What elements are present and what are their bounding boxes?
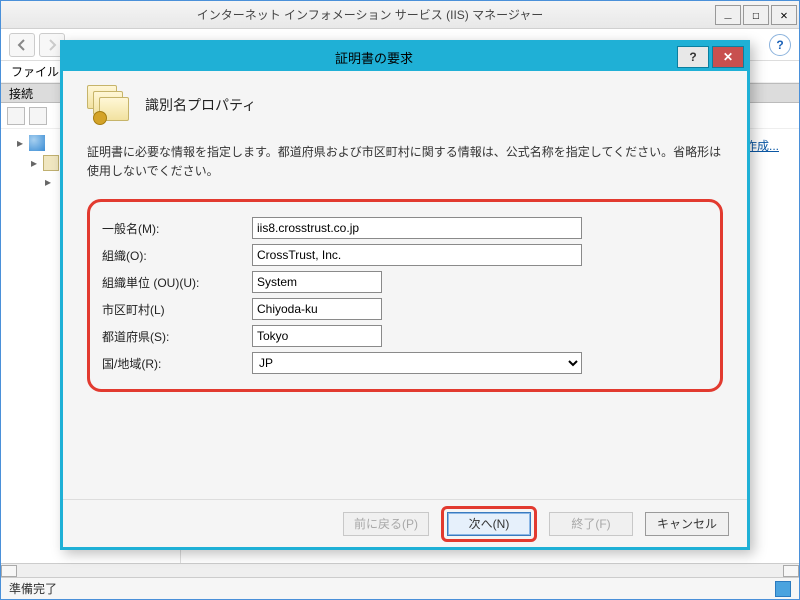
window-title: インターネット インフォメーション サービス (IIS) マネージャー: [27, 6, 713, 23]
select-country[interactable]: JP: [252, 352, 582, 374]
label-common-name: 一般名(M):: [102, 220, 252, 237]
dialog-heading: 識別名プロパティ: [145, 95, 256, 115]
input-common-name[interactable]: [252, 217, 582, 239]
outer-close-button[interactable]: [771, 5, 797, 25]
arrow-right-icon: [45, 38, 59, 52]
connections-label: 接続: [9, 85, 33, 102]
label-country: 国/地域(R):: [102, 355, 252, 372]
label-org-unit: 組織単位 (OU)(U):: [102, 274, 252, 291]
globe-icon: [29, 135, 45, 151]
label-state: 都道府県(S):: [102, 328, 252, 345]
expand-icon[interactable]: ▸: [29, 156, 39, 170]
expand-icon[interactable]: ▸: [43, 175, 53, 189]
nav-back-button[interactable]: [9, 33, 35, 57]
scroll-right-arrow[interactable]: [783, 565, 799, 577]
form-highlight-box: 一般名(M): 組織(O): 組織単位 (OU)(U): 市区町村(L) 都道府…: [87, 199, 723, 392]
input-state[interactable]: [252, 325, 382, 347]
input-locality[interactable]: [252, 298, 382, 320]
back-button[interactable]: 前に戻る(P): [343, 512, 429, 536]
input-organization[interactable]: [252, 244, 582, 266]
dialog-body: 識別名プロパティ 証明書に必要な情報を指定します。都道府県および市区町村に関する…: [63, 71, 747, 499]
cancel-button[interactable]: キャンセル: [645, 512, 729, 536]
minimize-button[interactable]: [715, 5, 741, 25]
expand-icon[interactable]: ▸: [15, 136, 25, 150]
help-button[interactable]: ?: [769, 34, 791, 56]
toolstrip-item[interactable]: [29, 107, 47, 125]
dialog-title: 証明書の要求: [71, 48, 677, 67]
arrow-left-icon: [15, 38, 29, 52]
status-icon: [775, 581, 791, 597]
certificate-icon: [87, 85, 131, 125]
scroll-left-arrow[interactable]: [1, 565, 17, 577]
dialog-description: 証明書に必要な情報を指定します。都道府県および市区町村に関する情報は、公式名称を…: [87, 143, 723, 181]
label-locality: 市区町村(L): [102, 301, 252, 318]
dialog-header: 識別名プロパティ: [87, 85, 723, 125]
toolstrip-item[interactable]: [7, 107, 25, 125]
finish-button[interactable]: 終了(F): [549, 512, 633, 536]
status-text: 準備完了: [9, 580, 57, 597]
label-organization: 組織(O):: [102, 247, 252, 264]
horizontal-scrollbar[interactable]: [1, 563, 799, 577]
server-icon: [43, 155, 59, 171]
input-org-unit[interactable]: [252, 271, 382, 293]
next-button-highlight: 次へ(N): [441, 506, 537, 542]
maximize-button[interactable]: [743, 5, 769, 25]
menu-file[interactable]: ファイル: [11, 63, 59, 80]
dialog-button-row: 前に戻る(P) 次へ(N) 終了(F) キャンセル: [63, 499, 747, 547]
status-bar: 準備完了: [1, 577, 799, 599]
dialog-help-button[interactable]: ?: [677, 46, 709, 68]
outer-titlebar: インターネット インフォメーション サービス (IIS) マネージャー: [1, 1, 799, 29]
dialog-close-button[interactable]: ✕: [712, 46, 744, 68]
create-action-link[interactable]: 作成...: [745, 137, 779, 154]
dialog-titlebar: 証明書の要求 ? ✕: [63, 43, 747, 71]
certificate-request-dialog: 証明書の要求 ? ✕ 識別名プロパティ 証明書に必要な情報を指定します。都道府県…: [60, 40, 750, 550]
next-button[interactable]: 次へ(N): [447, 512, 531, 536]
